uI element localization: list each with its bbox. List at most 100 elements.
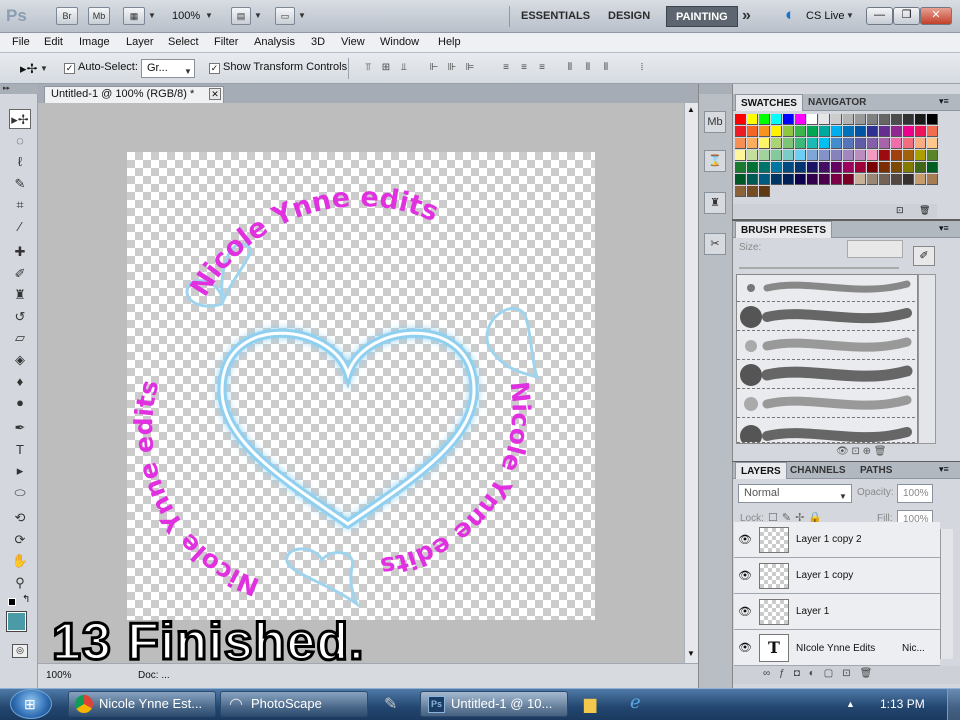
- quick-select-tool[interactable]: ✎: [9, 174, 31, 194]
- tab-navigator[interactable]: NAVIGATOR: [803, 94, 871, 111]
- show-transform-checkbox[interactable]: ✓: [209, 63, 220, 74]
- scroll-up-icon[interactable]: ▲: [687, 105, 695, 114]
- opacity-field[interactable]: 100%: [897, 484, 933, 503]
- history-panel-icon[interactable]: ⌛: [704, 150, 726, 172]
- blur-tool[interactable]: ♦: [9, 372, 31, 392]
- color-swatch[interactable]: [795, 138, 806, 149]
- scroll-down-icon[interactable]: ▼: [687, 649, 695, 658]
- align-bottom-icon[interactable]: ⫫: [396, 62, 412, 74]
- color-swatch[interactable]: [879, 150, 890, 161]
- color-swatch[interactable]: [927, 150, 938, 161]
- crop-tool[interactable]: ⌗: [9, 195, 31, 215]
- bridge-button[interactable]: Br: [56, 7, 78, 25]
- align-top-icon[interactable]: ⫪: [360, 62, 376, 74]
- color-swatch[interactable]: [927, 138, 938, 149]
- tab-brush-presets[interactable]: BRUSH PRESETS: [735, 221, 833, 238]
- color-swatch[interactable]: [831, 138, 842, 149]
- color-swatch[interactable]: [927, 114, 938, 125]
- chevron-down-icon[interactable]: ▼: [254, 11, 262, 20]
- color-swatch[interactable]: [735, 138, 746, 149]
- color-swatch[interactable]: [927, 162, 938, 173]
- show-desktop-button[interactable]: [947, 689, 960, 720]
- menu-filter[interactable]: Filter: [214, 36, 238, 48]
- distribute-bottom-icon[interactable]: ≡: [534, 62, 550, 74]
- color-swatch[interactable]: [843, 174, 854, 185]
- close-button[interactable]: ✕: [920, 7, 952, 25]
- color-swatch[interactable]: [819, 126, 830, 137]
- hand-tool[interactable]: ✋: [9, 551, 31, 571]
- brush-preset-item[interactable]: [737, 304, 915, 331]
- close-tab-icon[interactable]: ✕: [209, 88, 221, 100]
- align-hcenter-icon[interactable]: ⊪: [444, 62, 460, 74]
- color-swatch[interactable]: [831, 114, 842, 125]
- color-swatch[interactable]: [843, 138, 854, 149]
- panel-menu-icon[interactable]: ▾≡: [939, 96, 949, 107]
- color-swatch[interactable]: [879, 126, 890, 137]
- chevron-down-icon[interactable]: ▼: [846, 11, 854, 20]
- color-swatch[interactable]: [903, 174, 914, 185]
- auto-select-dropdown[interactable]: Gr... ▼: [141, 59, 195, 78]
- taskbar-item-photoshop[interactable]: Ps Untitled-1 @ 10...: [420, 691, 568, 717]
- brush-footer-icons[interactable]: 👁 ⊡ ⊕ 🗑: [836, 446, 886, 457]
- color-swatch[interactable]: [819, 162, 830, 173]
- clone-source-panel-icon[interactable]: ♜: [704, 192, 726, 214]
- distribute-top-icon[interactable]: ≡: [498, 62, 514, 74]
- color-swatch[interactable]: [843, 126, 854, 137]
- swap-colors-icon[interactable]: ↰: [22, 594, 30, 605]
- chevron-down-icon[interactable]: ▼: [205, 11, 213, 20]
- swatches-grid[interactable]: [735, 114, 939, 197]
- color-swatch[interactable]: [783, 162, 794, 173]
- tools-collapse-icon[interactable]: ▸▸: [0, 84, 38, 94]
- brush-preset-item[interactable]: [737, 362, 915, 389]
- more-workspaces-icon[interactable]: »: [742, 7, 751, 25]
- color-swatch[interactable]: [771, 138, 782, 149]
- color-swatch[interactable]: [879, 138, 890, 149]
- color-swatch[interactable]: [771, 174, 782, 185]
- color-swatch[interactable]: [771, 126, 782, 137]
- color-swatch[interactable]: [807, 162, 818, 173]
- color-swatch[interactable]: [783, 138, 794, 149]
- tab-channels[interactable]: CHANNELS: [785, 462, 851, 479]
- paint-bucket-tool[interactable]: ◈: [9, 350, 31, 370]
- color-swatch[interactable]: [855, 138, 866, 149]
- color-swatch[interactable]: [843, 114, 854, 125]
- brush-tool[interactable]: ✐: [9, 264, 31, 284]
- marquee-tool[interactable]: ◌: [9, 131, 31, 151]
- taskbar-app-icon[interactable]: ✎: [384, 694, 397, 714]
- color-swatch[interactable]: [879, 162, 890, 173]
- chevron-down-icon[interactable]: ▼: [40, 64, 48, 73]
- shape-tool[interactable]: ⬭: [9, 483, 31, 503]
- healing-brush-tool[interactable]: ✚: [9, 242, 31, 262]
- color-swatch[interactable]: [759, 150, 770, 161]
- color-swatch[interactable]: [855, 162, 866, 173]
- default-colors-icon[interactable]: [8, 598, 16, 606]
- color-swatch[interactable]: [915, 138, 926, 149]
- color-swatch[interactable]: [903, 138, 914, 149]
- taskbar-clock[interactable]: 1:13 PM: [880, 697, 925, 711]
- zoom-level[interactable]: 100%: [172, 10, 200, 22]
- color-swatch[interactable]: [867, 150, 878, 161]
- color-swatch[interactable]: [807, 126, 818, 137]
- taskbar-item-photoscape[interactable]: ◠ PhotoScape: [220, 691, 368, 717]
- color-swatch[interactable]: [867, 138, 878, 149]
- color-swatch[interactable]: [735, 114, 746, 125]
- color-swatch[interactable]: [759, 126, 770, 137]
- 3d-rotate-tool[interactable]: ⟲: [9, 508, 31, 528]
- brush-preset-item[interactable]: [737, 275, 915, 302]
- brush-size-field[interactable]: [847, 240, 903, 258]
- layer-name[interactable]: Layer 1: [796, 606, 829, 617]
- menu-analysis[interactable]: Analysis: [254, 36, 295, 48]
- folder-icon[interactable]: ▆: [584, 694, 596, 714]
- eye-icon[interactable]: 👁: [738, 605, 752, 618]
- color-swatch[interactable]: [795, 174, 806, 185]
- new-swatch-icon[interactable]: ⊡: [896, 205, 904, 216]
- menu-select[interactable]: Select: [168, 36, 199, 48]
- color-swatch[interactable]: [903, 126, 914, 137]
- internet-explorer-icon[interactable]: ℯ: [630, 692, 641, 713]
- color-swatch[interactable]: [855, 114, 866, 125]
- align-left-icon[interactable]: ⊩: [426, 62, 442, 74]
- color-swatch[interactable]: [891, 150, 902, 161]
- color-swatch[interactable]: [843, 150, 854, 161]
- screen-mode-button[interactable]: ▭: [275, 7, 295, 25]
- canvas[interactable]: Nicole Ynne edits Nicole Ynne edits Nico…: [127, 152, 595, 620]
